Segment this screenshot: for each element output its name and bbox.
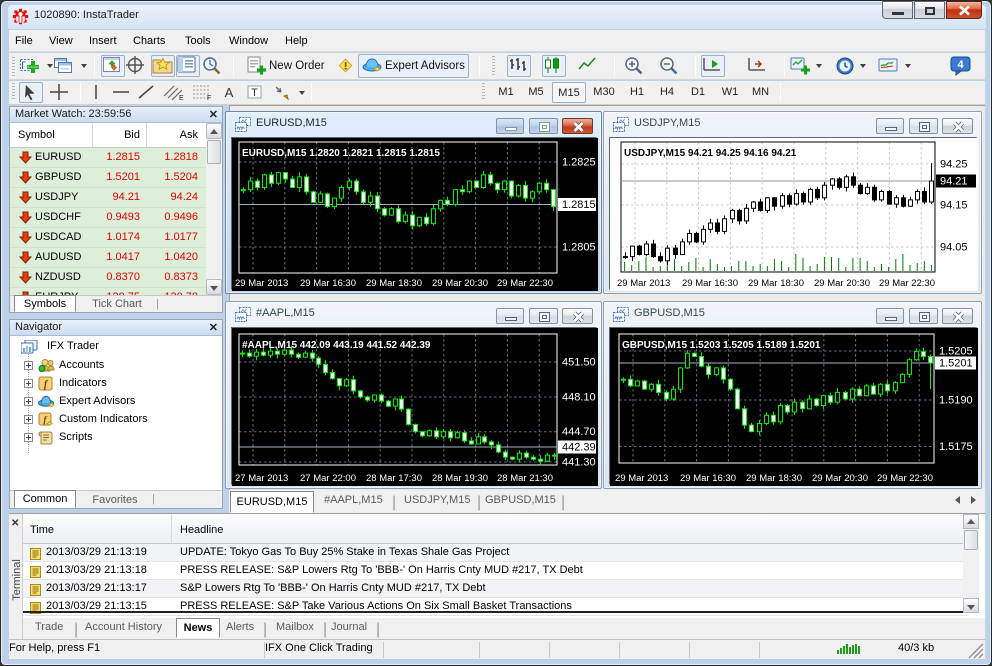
- svg-text:29 Mar 2013: 29 Mar 2013: [235, 278, 288, 289]
- svg-text:E: E: [179, 95, 184, 101]
- svg-text:441.30: 441.30: [562, 457, 596, 469]
- svg-text:1.2815: 1.2815: [562, 199, 596, 211]
- svg-text:28 Mar 17:30: 28 Mar 17:30: [366, 473, 422, 484]
- svg-text:29 Mar 22:30: 29 Mar 22:30: [879, 278, 935, 289]
- svg-text:4: 4: [957, 59, 964, 71]
- svg-text:29 Mar 22:30: 29 Mar 22:30: [877, 473, 933, 484]
- svg-text:USDJPY,M15 94.21 94.25 94.16: USDJPY,M15 94.21 94.25 94.16 94.21: [624, 148, 797, 159]
- svg-text:27 Mar 22:00: 27 Mar 22:00: [300, 473, 356, 484]
- svg-text:28 Mar 19:30: 28 Mar 19:30: [432, 473, 488, 484]
- svg-text:29 Mar 20:30: 29 Mar 20:30: [812, 473, 868, 484]
- svg-text:94.15: 94.15: [940, 200, 968, 212]
- svg-text:29 Mar 20:30: 29 Mar 20:30: [814, 278, 870, 289]
- svg-text:94.21: 94.21: [940, 176, 968, 188]
- svg-text:29 Mar 20:30: 29 Mar 20:30: [432, 278, 488, 289]
- svg-text:1.5205: 1.5205: [939, 346, 973, 358]
- svg-text:29 Mar 2013: 29 Mar 2013: [615, 473, 668, 484]
- svg-text:94.05: 94.05: [940, 242, 968, 254]
- svg-text:1.5175: 1.5175: [939, 441, 973, 453]
- svg-text:27 Mar 2013: 27 Mar 2013: [235, 473, 288, 484]
- svg-text:94.25: 94.25: [940, 159, 968, 171]
- svg-text:1.2825: 1.2825: [562, 157, 596, 169]
- svg-text:GBPUSD,M15 1.5203 1.5205 1.51: GBPUSD,M15 1.5203 1.5205 1.5189 1.5201: [622, 340, 821, 351]
- svg-text:448.10: 448.10: [562, 392, 596, 404]
- svg-text:A: A: [225, 85, 234, 100]
- svg-text:29 Mar 16:30: 29 Mar 16:30: [300, 278, 356, 289]
- svg-text:444.70: 444.70: [562, 426, 596, 438]
- svg-text:29 Mar 2013: 29 Mar 2013: [617, 278, 670, 289]
- svg-text:F: F: [207, 95, 211, 101]
- svg-text:451.50: 451.50: [562, 357, 596, 369]
- svg-text:T: T: [251, 87, 258, 99]
- svg-text:29 Mar 16:30: 29 Mar 16:30: [680, 473, 736, 484]
- svg-text:1.2805: 1.2805: [562, 242, 596, 254]
- svg-text:EURUSD,M15 1.2820 1.2821 1.28: EURUSD,M15 1.2820 1.2821 1.2815 1.2815: [242, 148, 440, 159]
- svg-text:29 Mar 18:30: 29 Mar 18:30: [748, 278, 804, 289]
- svg-text:28 Mar 21:30: 28 Mar 21:30: [497, 473, 553, 484]
- svg-text:#AAPL,M15 442.09 443.19 441.5: #AAPL,M15 442.09 443.19 441.52 442.39: [242, 340, 431, 351]
- svg-text:29 Mar 16:30: 29 Mar 16:30: [682, 278, 738, 289]
- svg-text:29 Mar 18:30: 29 Mar 18:30: [746, 473, 802, 484]
- svg-text:29 Mar 18:30: 29 Mar 18:30: [366, 278, 422, 289]
- svg-text:1.5201: 1.5201: [939, 358, 973, 370]
- svg-text:442.39: 442.39: [562, 442, 596, 454]
- svg-text:1.5190: 1.5190: [939, 395, 973, 407]
- svg-text:29 Mar 22:30: 29 Mar 22:30: [497, 278, 553, 289]
